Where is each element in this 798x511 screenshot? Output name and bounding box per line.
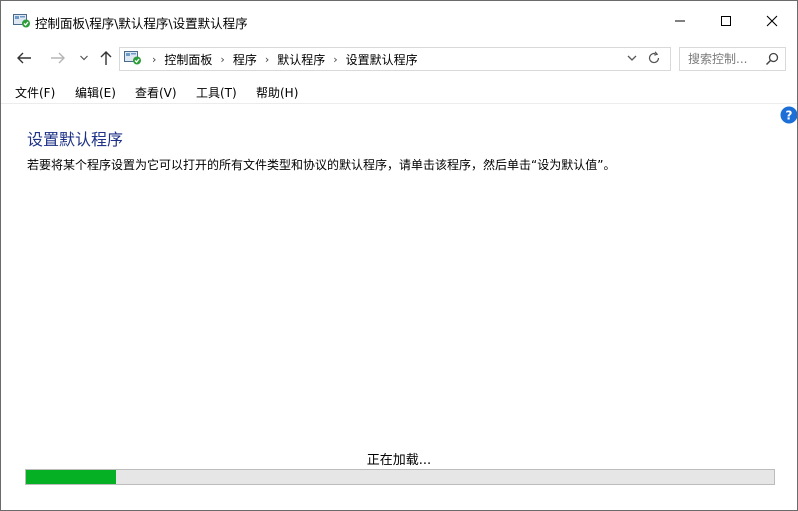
breadcrumb-item[interactable]: 设置默认程序	[346, 51, 418, 68]
loading-label: 正在加载...	[366, 453, 432, 468]
recent-locations-button[interactable]	[77, 48, 91, 68]
address-bar[interactable]: › 控制面板 › 程序 › 默认程序 › 设置默认程序	[119, 47, 671, 71]
breadcrumb-separator: ›	[152, 53, 157, 66]
close-icon	[766, 15, 778, 27]
forward-button[interactable]	[47, 48, 69, 68]
breadcrumb-separator: ›	[264, 53, 270, 66]
menu-bar: 文件(F) 编辑(E) 查看(V) 工具(T) 帮助(H)	[1, 81, 797, 104]
minimize-button[interactable]	[657, 1, 703, 41]
address-dropdown-icon[interactable]	[624, 50, 640, 66]
window-title: 控制面板\程序\默认程序\设置默认程序	[35, 16, 248, 31]
minimize-icon	[675, 20, 685, 22]
search-box[interactable]	[679, 47, 786, 71]
help-icon[interactable]: ?	[780, 106, 798, 124]
back-button[interactable]	[13, 48, 35, 68]
progress-bar	[25, 469, 775, 485]
control-panel-icon	[13, 14, 30, 28]
content-area: ? 设置默认程序 若要将某个程序设置为它可以打开的所有文件类型和协议的默认程序，…	[1, 104, 797, 510]
menu-view[interactable]: 查看(V)	[135, 84, 177, 101]
breadcrumb-separator: ›	[333, 53, 338, 66]
menu-tools[interactable]: 工具(T)	[196, 84, 237, 101]
chevron-down-icon	[80, 55, 88, 61]
page-description: 若要将某个程序设置为它可以打开的所有文件类型和协议的默认程序，请单击该程序，然后…	[27, 158, 616, 172]
breadcrumb-item[interactable]: 控制面板	[164, 51, 212, 68]
maximize-icon	[721, 16, 731, 26]
back-arrow-icon	[17, 52, 31, 64]
breadcrumb-item[interactable]: 程序	[233, 51, 257, 68]
page-title: 设置默认程序	[27, 130, 124, 149]
search-icon[interactable]	[764, 51, 780, 67]
menu-help[interactable]: 帮助(H)	[256, 84, 298, 101]
control-panel-icon	[124, 51, 141, 65]
forward-arrow-icon	[51, 52, 65, 64]
svg-text:?: ?	[786, 109, 793, 123]
close-button[interactable]	[749, 1, 795, 41]
search-input[interactable]	[680, 48, 768, 70]
refresh-icon[interactable]	[646, 50, 662, 66]
maximize-button[interactable]	[703, 1, 749, 41]
navigation-bar: › 控制面板 › 程序 › 默认程序 › 设置默认程序	[1, 41, 797, 75]
up-arrow-icon	[100, 51, 112, 65]
control-panel-window: 控制面板\程序\默认程序\设置默认程序 › 控制面板 › 程序 › 默认程序 ›…	[0, 0, 798, 511]
title-bar: 控制面板\程序\默认程序\设置默认程序	[1, 1, 797, 41]
breadcrumb: › 控制面板 › 程序 › 默认程序 › 设置默认程序	[144, 51, 418, 68]
menu-edit[interactable]: 编辑(E)	[75, 84, 116, 101]
progress-fill	[26, 470, 116, 484]
up-button[interactable]	[96, 48, 116, 68]
breadcrumb-separator: ›	[220, 53, 225, 66]
menu-file[interactable]: 文件(F)	[15, 84, 55, 101]
breadcrumb-item[interactable]: 默认程序	[277, 51, 325, 68]
